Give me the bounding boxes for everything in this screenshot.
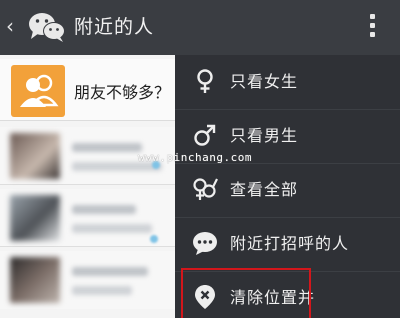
gender-all-icon — [192, 176, 218, 202]
banner-text: 朋友不够多？ — [74, 83, 171, 102]
menu-item-label: 查看全部 — [230, 180, 299, 199]
menu-item-view-all[interactable]: 查看全部 — [175, 164, 400, 218]
avatar — [10, 133, 60, 179]
name-placeholder — [72, 143, 142, 152]
male-icon — [192, 122, 218, 148]
signature-placeholder — [72, 286, 132, 295]
chat-bubble-icon — [192, 230, 218, 256]
avatar — [10, 195, 60, 241]
female-icon — [192, 68, 218, 94]
menu-item-female-only[interactable]: 只看女生 — [175, 56, 400, 110]
name-placeholder — [72, 205, 136, 214]
status-dot — [150, 235, 158, 243]
menu-item-label: 附近打招呼的人 — [230, 234, 350, 253]
name-placeholder — [72, 267, 148, 276]
more-vertical-icon[interactable] — [362, 11, 382, 43]
menu-item-label: 只看女生 — [230, 72, 299, 91]
signature-placeholder — [72, 224, 152, 233]
menu-item-nearby-greetings[interactable]: 附近打招呼的人 — [175, 218, 400, 272]
page-title: 附近的人 — [74, 16, 155, 38]
watermark: www.pinchang.com — [138, 151, 252, 164]
friends-icon — [11, 65, 65, 117]
top-bar: ‹ 附近的人 — [0, 0, 400, 55]
highlight-box — [181, 268, 311, 318]
menu-item-label: 只看男生 — [230, 126, 299, 145]
wechat-logo-icon — [28, 11, 66, 43]
chevron-left-icon[interactable]: ‹ — [6, 12, 22, 40]
avatar — [10, 257, 60, 303]
